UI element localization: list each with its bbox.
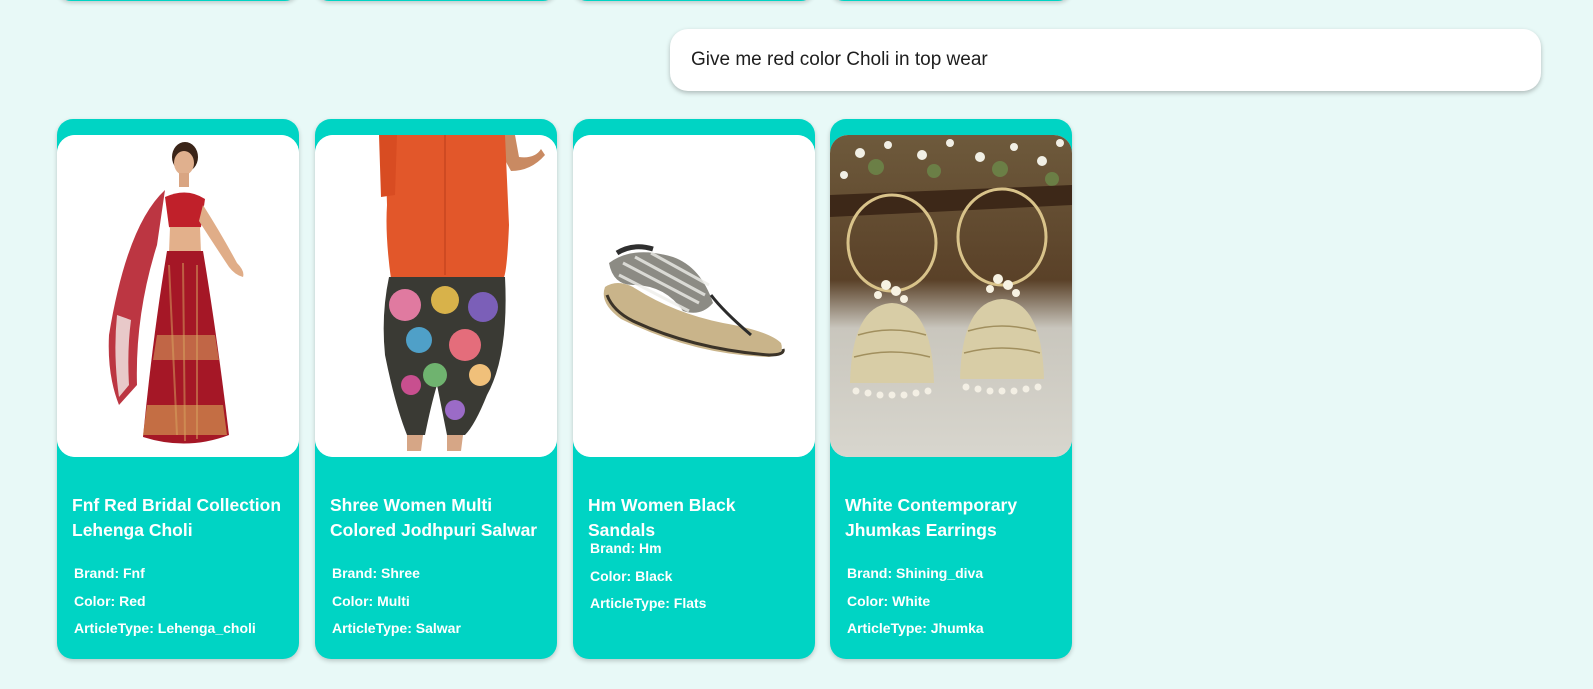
article-type-row: ArticleType: Salwar bbox=[332, 615, 552, 643]
brand-label: Brand: bbox=[847, 565, 896, 581]
brand-row: Brand: Fnf bbox=[74, 560, 294, 588]
color-row: Color: Multi bbox=[332, 588, 552, 616]
brand-value: Shree bbox=[381, 565, 420, 581]
previous-product-card[interactable] bbox=[573, 0, 815, 1]
brand-value: Shining_diva bbox=[896, 565, 984, 581]
product-card[interactable]: Shree Women Multi Colored Jodhpuri Salwa… bbox=[315, 119, 557, 659]
color-label: Color: bbox=[332, 592, 378, 609]
product-title[interactable]: Fnf Red Bridal Collection Lehenga Choli bbox=[72, 493, 290, 543]
article-type-value: Salwar bbox=[415, 620, 461, 636]
article-type-row: ArticleType: Flats bbox=[590, 590, 810, 618]
color-label: Color: bbox=[590, 567, 636, 584]
brand-row: Brand: Hm bbox=[590, 535, 810, 563]
product-image[interactable] bbox=[573, 135, 815, 457]
product-image[interactable] bbox=[830, 135, 1072, 457]
product-card[interactable]: White Contemporary Jhumkas Earrings Bran… bbox=[830, 119, 1072, 659]
brand-label: Brand: bbox=[590, 540, 639, 556]
jhumka-earrings-image bbox=[830, 135, 1072, 457]
lehenga-choli-image bbox=[57, 135, 299, 457]
color-row: Color: Black bbox=[590, 563, 810, 591]
previous-product-card[interactable] bbox=[315, 0, 557, 1]
chat-stage: Give me red color Choli in top wear Fnf … bbox=[0, 0, 1593, 689]
article-type-value: Flats bbox=[673, 595, 707, 611]
article-type-label: ArticleType: bbox=[590, 595, 674, 611]
color-row: Color: Red bbox=[74, 588, 294, 616]
product-attributes: Brand: Shining_diva Color: White Article… bbox=[847, 560, 1067, 643]
brand-label: Brand: bbox=[74, 565, 123, 581]
product-attributes: Brand: Shree Color: Multi ArticleType: S… bbox=[332, 560, 552, 643]
product-attributes: Brand: Fnf Color: Red ArticleType: Lehen… bbox=[74, 560, 294, 643]
product-image[interactable] bbox=[315, 135, 557, 457]
product-card[interactable]: Fnf Red Bridal Collection Lehenga Choli … bbox=[57, 119, 299, 659]
product-attributes: Brand: Hm Color: Black ArticleType: Flat… bbox=[590, 535, 810, 618]
brand-value: Hm bbox=[639, 540, 662, 556]
article-type-row: ArticleType: Jhumka bbox=[847, 615, 1067, 643]
color-value: Black bbox=[635, 567, 673, 584]
color-value: Multi bbox=[377, 592, 410, 609]
article-type-label: ArticleType: bbox=[847, 620, 931, 636]
product-card[interactable]: Hm Women Black Sandals Brand: Hm Color: … bbox=[573, 119, 815, 659]
previous-product-card[interactable] bbox=[57, 0, 299, 1]
product-title[interactable]: Shree Women Multi Colored Jodhpuri Salwa… bbox=[330, 493, 548, 543]
article-type-label: ArticleType: bbox=[74, 620, 158, 636]
brand-row: Brand: Shining_diva bbox=[847, 560, 1067, 588]
color-value: White bbox=[892, 592, 931, 609]
previous-product-card[interactable] bbox=[830, 0, 1072, 1]
brand-row: Brand: Shree bbox=[332, 560, 552, 588]
product-image[interactable] bbox=[57, 135, 299, 457]
user-message-text: Give me red color Choli in top wear bbox=[691, 49, 988, 70]
salwar-image bbox=[315, 135, 557, 457]
color-value: Red bbox=[119, 592, 146, 609]
brand-label: Brand: bbox=[332, 565, 381, 581]
article-type-value: Lehenga_choli bbox=[157, 620, 256, 636]
brand-value: Fnf bbox=[123, 565, 145, 581]
article-type-label: ArticleType: bbox=[332, 620, 416, 636]
sandal-image bbox=[573, 135, 815, 457]
user-message-bubble: Give me red color Choli in top wear bbox=[670, 29, 1541, 91]
article-type-value: Jhumka bbox=[930, 620, 984, 636]
color-label: Color: bbox=[847, 592, 893, 609]
color-row: Color: White bbox=[847, 588, 1067, 616]
article-type-row: ArticleType: Lehenga_choli bbox=[74, 615, 294, 643]
color-label: Color: bbox=[74, 592, 120, 609]
product-title[interactable]: White Contemporary Jhumkas Earrings bbox=[845, 493, 1063, 543]
